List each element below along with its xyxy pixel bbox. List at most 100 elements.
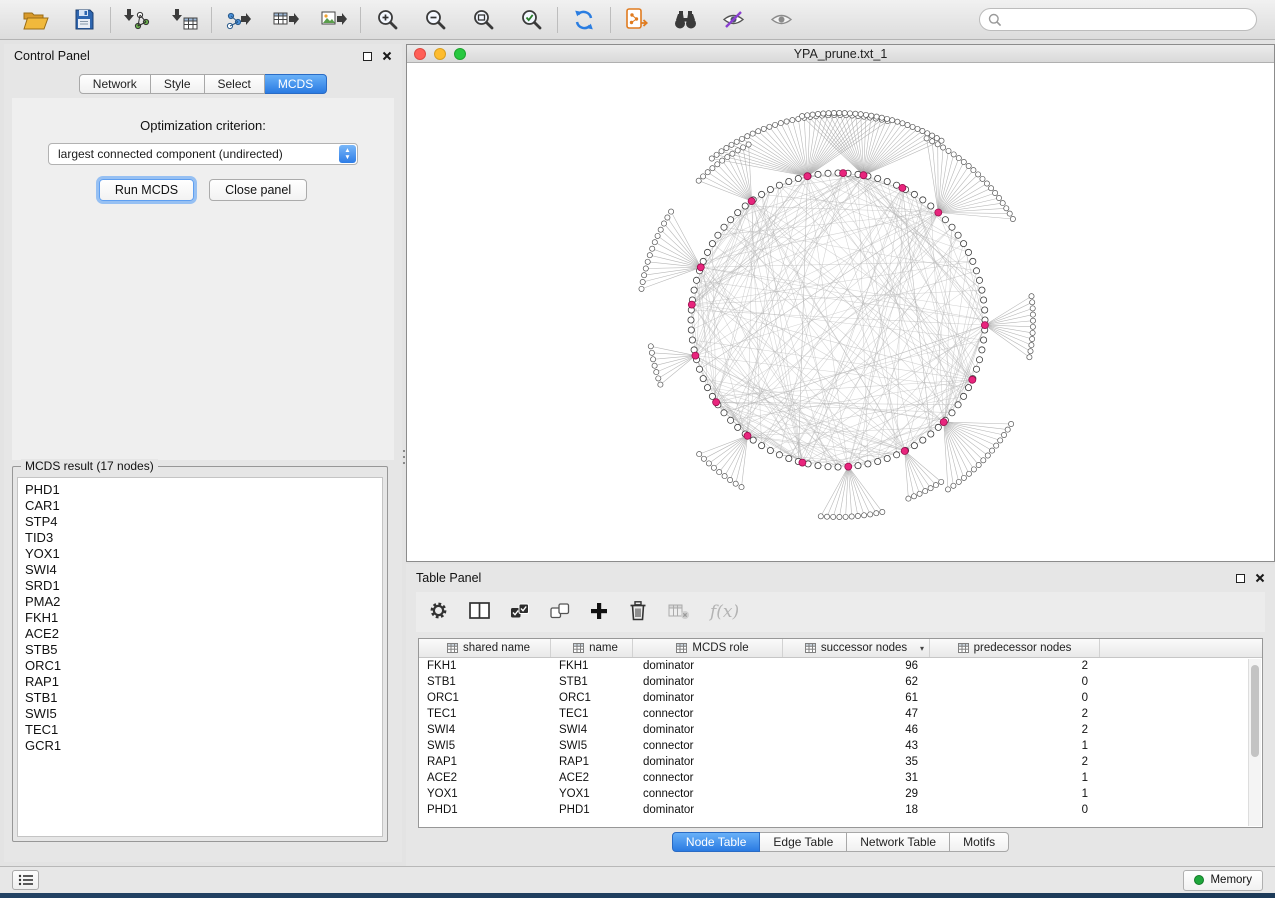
import-table-button[interactable] (169, 4, 201, 36)
result-node[interactable]: YOX1 (25, 546, 382, 562)
result-node[interactable]: ORC1 (25, 658, 382, 674)
close-table-panel-icon[interactable] (1255, 573, 1265, 583)
table-cell: YOX1 (551, 788, 633, 800)
table-row[interactable]: FKH1FKH1dominator962 (419, 658, 1248, 674)
open-session-button[interactable] (20, 4, 52, 36)
zoom-out-button[interactable] (419, 4, 451, 36)
find-button[interactable] (669, 4, 701, 36)
tab-select[interactable]: Select (205, 74, 265, 94)
hide-selected-button[interactable] (717, 4, 749, 36)
export-table-button[interactable] (270, 4, 302, 36)
table-row[interactable]: SWI4SWI4dominator462 (419, 722, 1248, 738)
result-node[interactable]: TID3 (25, 530, 382, 546)
memory-status-icon (1194, 875, 1204, 885)
column-header-shared-name[interactable]: shared name (419, 639, 551, 657)
float-panel-icon[interactable] (363, 52, 372, 61)
select-all-button[interactable] (510, 603, 530, 622)
result-node[interactable]: PMA2 (25, 594, 382, 610)
table-cell: SWI4 (551, 724, 633, 736)
tab-node-table[interactable]: Node Table (672, 832, 761, 852)
column-header-predecessor-nodes[interactable]: predecessor nodes (930, 639, 1100, 657)
result-node[interactable]: CAR1 (25, 498, 382, 514)
table-row[interactable]: ORC1ORC1dominator610 (419, 690, 1248, 706)
result-node[interactable]: STB1 (25, 690, 382, 706)
column-header-successor-nodes[interactable]: successor nodes▾ (783, 639, 930, 657)
delete-column-button[interactable] (628, 600, 648, 624)
table-cell: STB1 (419, 676, 551, 688)
result-node[interactable]: STP4 (25, 514, 382, 530)
column-menu-icon[interactable]: ▾ (920, 644, 924, 653)
mcds-result-list[interactable]: PHD1CAR1STP4TID3YOX1SWI4SRD1PMA2FKH1ACE2… (17, 477, 383, 837)
search-box[interactable] (979, 8, 1257, 31)
eye-icon (770, 9, 793, 30)
run-mcds-button[interactable]: Run MCDS (99, 179, 194, 201)
result-node[interactable]: TEC1 (25, 722, 382, 738)
deselect-all-button[interactable] (550, 603, 570, 622)
zoom-fit-button[interactable] (467, 4, 499, 36)
clone-network-button[interactable] (621, 4, 653, 36)
search-input[interactable] (1007, 13, 1248, 27)
dropdown-stepper-icon: ▲▼ (339, 145, 356, 163)
table-row[interactable]: SWI5SWI5connector431 (419, 738, 1248, 754)
export-image-button[interactable] (318, 4, 350, 36)
memory-label: Memory (1210, 874, 1252, 886)
table-toolbar: f(x) (416, 592, 1265, 632)
table-scrollbar[interactable] (1248, 659, 1261, 826)
scrollbar-thumb[interactable] (1251, 665, 1259, 757)
close-panel-button[interactable]: Close panel (209, 179, 307, 201)
tab-network-table[interactable]: Network Table (847, 832, 950, 852)
table-row[interactable]: PHD1PHD1dominator180 (419, 802, 1248, 818)
tab-network[interactable]: Network (79, 74, 151, 94)
table-settings-button[interactable] (428, 600, 449, 624)
table-row[interactable]: YOX1YOX1connector291 (419, 786, 1248, 802)
network-canvas[interactable] (407, 63, 1274, 561)
control-panel-tabs: NetworkStyleSelectMCDS (4, 74, 402, 94)
result-node[interactable]: SWI4 (25, 562, 382, 578)
status-bar: Memory (0, 866, 1275, 893)
export-network-button[interactable] (222, 4, 254, 36)
view-group (611, 4, 807, 36)
column-header-name[interactable]: name (551, 639, 633, 657)
tab-style[interactable]: Style (151, 74, 205, 94)
table-cell: YOX1 (419, 788, 551, 800)
tab-motifs[interactable]: Motifs (950, 832, 1009, 852)
criterion-dropdown[interactable]: largest connected component (undirected)… (48, 143, 358, 165)
close-panel-icon[interactable] (382, 51, 392, 61)
result-node[interactable]: RAP1 (25, 674, 382, 690)
result-node[interactable]: PHD1 (25, 482, 382, 498)
table-cell: SWI5 (419, 740, 551, 752)
table-tabs: Node TableEdge TableNetwork TableMotifs (406, 832, 1275, 852)
result-node[interactable]: ACE2 (25, 626, 382, 642)
table-cell: FKH1 (419, 660, 551, 672)
apply-layout-button[interactable] (568, 4, 600, 36)
result-node[interactable]: STB5 (25, 642, 382, 658)
panel-menu-button[interactable] (12, 870, 39, 890)
table-row[interactable]: RAP1RAP1dominator352 (419, 754, 1248, 770)
result-node[interactable]: SWI5 (25, 706, 382, 722)
zoom-selected-button[interactable] (515, 4, 547, 36)
table-panel-title: Table Panel (416, 571, 481, 585)
table-row[interactable]: TEC1TEC1connector472 (419, 706, 1248, 722)
export-network-icon (225, 8, 251, 31)
table-column-icon (805, 643, 816, 653)
zoom-fit-icon (472, 8, 495, 31)
show-columns-button[interactable] (469, 601, 490, 623)
show-all-button[interactable] (765, 4, 797, 36)
zoom-in-button[interactable] (371, 4, 403, 36)
tab-edge-table[interactable]: Edge Table (760, 832, 847, 852)
mcds-buttons: Run MCDS Close panel (12, 179, 394, 201)
result-node[interactable]: SRD1 (25, 578, 382, 594)
column-header-MCDS-role[interactable]: MCDS role (633, 639, 783, 657)
memory-button[interactable]: Memory (1183, 870, 1263, 891)
import-network-button[interactable] (121, 4, 153, 36)
float-table-panel-icon[interactable] (1236, 574, 1245, 583)
binoculars-icon (673, 9, 698, 30)
save-session-button[interactable] (68, 4, 100, 36)
result-node[interactable]: FKH1 (25, 610, 382, 626)
table-row[interactable]: ACE2ACE2connector311 (419, 770, 1248, 786)
table-row[interactable]: STB1STB1dominator620 (419, 674, 1248, 690)
function-builder-icon: f(x) (710, 602, 739, 622)
tab-mcds[interactable]: MCDS (265, 74, 327, 94)
result-node[interactable]: GCR1 (25, 738, 382, 754)
add-column-button[interactable] (590, 602, 608, 623)
